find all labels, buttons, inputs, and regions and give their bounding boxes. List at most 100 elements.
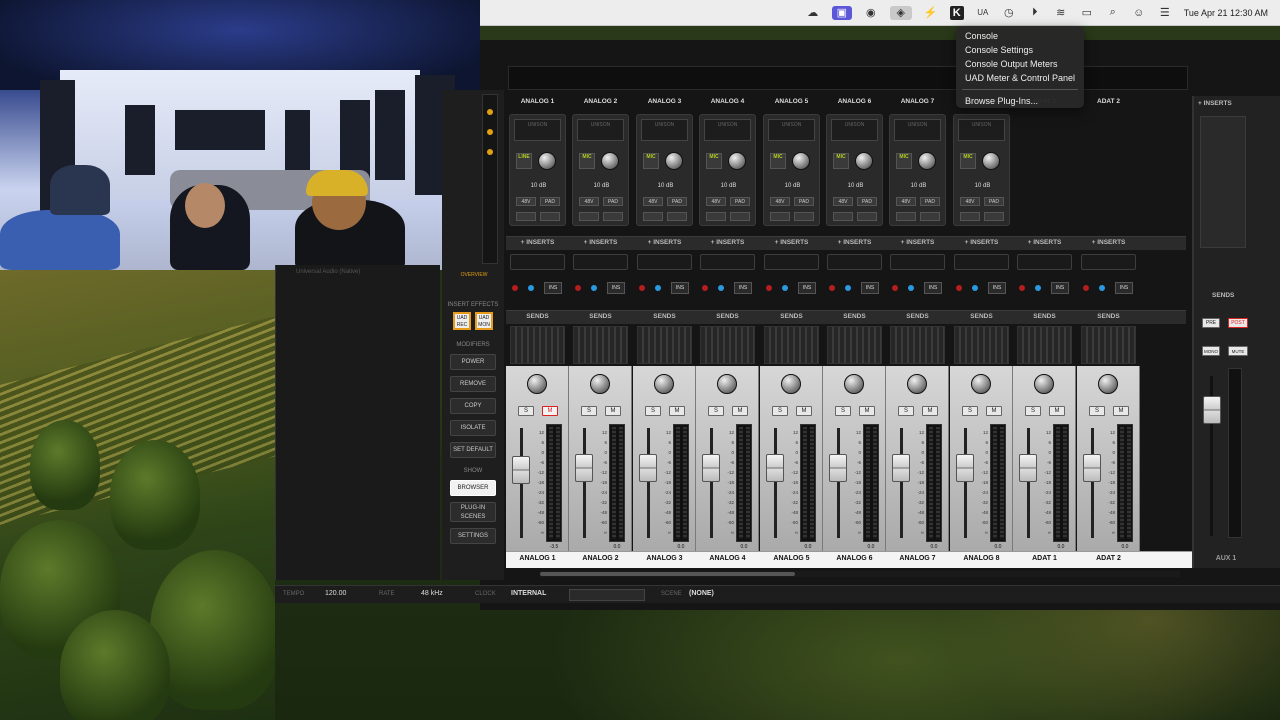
channel-name[interactable]: ANALOG 2 bbox=[569, 555, 632, 562]
low-cut-button[interactable]: 48V bbox=[643, 197, 663, 206]
sends-faders[interactable] bbox=[827, 326, 882, 364]
phase-button[interactable] bbox=[579, 212, 599, 221]
sends-faders[interactable] bbox=[954, 326, 1009, 364]
hpf-button[interactable] bbox=[857, 212, 877, 221]
aux-post-button[interactable]: POST bbox=[1228, 318, 1248, 328]
pan-knob[interactable] bbox=[717, 374, 737, 394]
browser-button[interactable]: BROWSER bbox=[450, 480, 496, 496]
channel-fader[interactable] bbox=[639, 454, 657, 482]
menu-bar-clock[interactable]: Tue Apr 21 12:30 AM bbox=[1184, 8, 1268, 18]
insert-slot[interactable] bbox=[510, 254, 565, 270]
low-cut-button[interactable]: 48V bbox=[960, 197, 980, 206]
gain-knob[interactable] bbox=[855, 152, 873, 170]
sends-faders[interactable] bbox=[700, 326, 755, 364]
channel-header[interactable]: ANALOG 3 bbox=[633, 98, 696, 110]
k-app-icon[interactable]: K bbox=[949, 5, 964, 20]
pan-knob[interactable] bbox=[971, 374, 991, 394]
mute-button[interactable]: M bbox=[986, 406, 1002, 416]
overview-tab[interactable]: OVERVIEW bbox=[454, 272, 494, 280]
channel-fader[interactable] bbox=[512, 456, 530, 484]
mute-button[interactable]: M bbox=[605, 406, 621, 416]
pan-knob[interactable] bbox=[907, 374, 927, 394]
insert-slot[interactable] bbox=[637, 254, 692, 270]
ins-button[interactable]: INS bbox=[1115, 282, 1133, 294]
sidebar-scrollbar[interactable] bbox=[482, 94, 498, 264]
solo-button[interactable]: S bbox=[835, 406, 851, 416]
channel-fader[interactable] bbox=[702, 454, 720, 482]
channel-header[interactable]: ANALOG 7 bbox=[886, 98, 949, 110]
hpf-button[interactable] bbox=[667, 212, 687, 221]
channel-name[interactable]: ANALOG 5 bbox=[760, 555, 823, 562]
solo-button[interactable]: S bbox=[898, 406, 914, 416]
channel-name[interactable]: ANALOG 8 bbox=[950, 555, 1013, 562]
remove-button[interactable]: REMOVE bbox=[450, 376, 496, 392]
pan-knob[interactable] bbox=[527, 374, 547, 394]
ins-button[interactable]: INS bbox=[671, 282, 689, 294]
aux-mono-button[interactable]: MONO bbox=[1202, 346, 1220, 356]
unison-slot[interactable]: UNISON bbox=[958, 119, 1005, 141]
pad-button[interactable]: PAD bbox=[920, 197, 940, 206]
tempo-value[interactable]: 120.00 bbox=[325, 590, 346, 597]
channel-fader[interactable] bbox=[1083, 454, 1101, 482]
channel-header[interactable]: ANALOG 6 bbox=[823, 98, 886, 110]
sends-faders[interactable] bbox=[1081, 326, 1136, 364]
copy-button[interactable]: COPY bbox=[450, 398, 496, 414]
ins-button[interactable]: INS bbox=[734, 282, 752, 294]
pad-button[interactable]: PAD bbox=[667, 197, 687, 206]
gain-knob[interactable] bbox=[601, 152, 619, 170]
set-default-button[interactable]: SET DEFAULT bbox=[450, 442, 496, 458]
mute-button[interactable]: M bbox=[542, 406, 558, 416]
ins-button[interactable]: INS bbox=[1051, 282, 1069, 294]
pan-knob[interactable] bbox=[844, 374, 864, 394]
power-button[interactable]: POWER bbox=[450, 354, 496, 370]
channel-header[interactable]: ADAT 2 bbox=[1077, 98, 1140, 110]
aux-mute-button[interactable]: MUTE bbox=[1228, 346, 1248, 356]
ins-button[interactable]: INS bbox=[988, 282, 1006, 294]
pan-knob[interactable] bbox=[1098, 374, 1118, 394]
channel-name[interactable]: ANALOG 1 bbox=[506, 555, 569, 562]
ins-button[interactable]: INS bbox=[924, 282, 942, 294]
uad-mon-toggle[interactable]: UAD MON bbox=[475, 312, 493, 330]
hpf-button[interactable] bbox=[603, 212, 623, 221]
pad-button[interactable]: PAD bbox=[857, 197, 877, 206]
unison-slot[interactable]: UNISON bbox=[641, 119, 688, 141]
gain-knob[interactable] bbox=[982, 152, 1000, 170]
plugin-scenes-button[interactable]: PLUG-IN SCENES bbox=[450, 502, 496, 522]
low-cut-button[interactable]: 48V bbox=[579, 197, 599, 206]
input-select-button[interactable]: MIC bbox=[960, 153, 976, 169]
isolate-button[interactable]: ISOLATE bbox=[450, 420, 496, 436]
mute-button[interactable]: M bbox=[859, 406, 875, 416]
low-cut-button[interactable]: 48V bbox=[896, 197, 916, 206]
insert-slot[interactable] bbox=[1081, 254, 1136, 270]
ins-button[interactable]: INS bbox=[798, 282, 816, 294]
sends-faders[interactable] bbox=[764, 326, 819, 364]
low-cut-button[interactable]: 48V bbox=[516, 197, 536, 206]
rate-value[interactable]: 48 kHz bbox=[421, 590, 443, 597]
input-select-button[interactable]: MIC bbox=[579, 153, 595, 169]
input-select-button[interactable]: MIC bbox=[706, 153, 722, 169]
hpf-button[interactable] bbox=[540, 212, 560, 221]
channel-header[interactable]: ANALOG 4 bbox=[696, 98, 759, 110]
input-select-button[interactable]: MIC bbox=[896, 153, 912, 169]
gain-knob[interactable] bbox=[665, 152, 683, 170]
pan-knob[interactable] bbox=[654, 374, 674, 394]
insert-slot[interactable] bbox=[827, 254, 882, 270]
mute-button[interactable]: M bbox=[669, 406, 685, 416]
solo-button[interactable]: S bbox=[645, 406, 661, 416]
insert-slot[interactable] bbox=[764, 254, 819, 270]
sends-faders[interactable] bbox=[510, 326, 565, 364]
unison-slot[interactable]: UNISON bbox=[768, 119, 815, 141]
solo-button[interactable]: S bbox=[962, 406, 978, 416]
channel-header[interactable]: ANALOG 1 bbox=[506, 98, 569, 110]
gain-knob[interactable] bbox=[538, 152, 556, 170]
input-select-button[interactable]: MIC bbox=[770, 153, 786, 169]
menu-item-2[interactable]: Console Output Meters bbox=[956, 57, 1084, 71]
uad-rec-toggle[interactable]: UAD REC bbox=[453, 312, 471, 330]
search-icon[interactable]: ⌕ bbox=[1106, 6, 1120, 20]
ua-logo-icon[interactable]: ◉ bbox=[864, 6, 878, 20]
unison-slot[interactable]: UNISON bbox=[894, 119, 941, 141]
horizontal-scrollbar[interactable] bbox=[540, 571, 1180, 577]
phase-button[interactable] bbox=[833, 212, 853, 221]
mute-button[interactable]: M bbox=[922, 406, 938, 416]
solo-button[interactable]: S bbox=[1025, 406, 1041, 416]
